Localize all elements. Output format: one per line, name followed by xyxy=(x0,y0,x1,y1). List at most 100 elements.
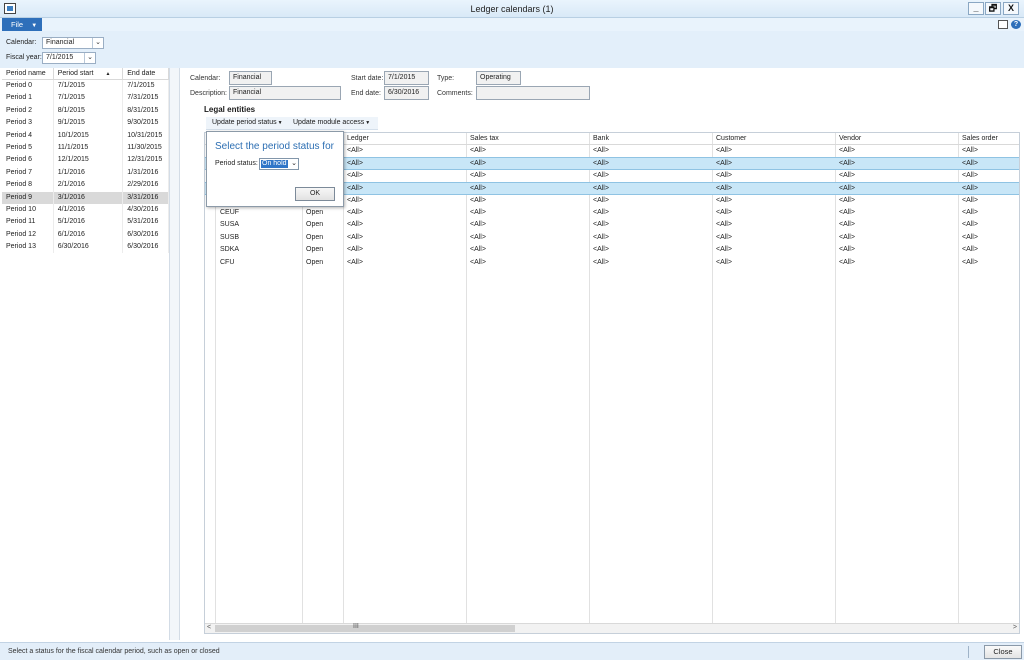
period-name-cell: Period 11 xyxy=(2,216,54,229)
fiscal-year-select[interactable]: 7/1/2015 ⌄ xyxy=(42,52,96,64)
module-access-cell: <All> xyxy=(470,221,486,229)
period-row[interactable]: Period 4 10/1/2015 10/31/2015 xyxy=(2,129,169,142)
module-access-cell: <All> xyxy=(962,196,978,204)
period-name-cell: Period 2 xyxy=(2,104,54,118)
period-start-cell: 6/1/2016 xyxy=(54,228,124,242)
column-header-sales-order[interactable]: Sales order xyxy=(959,133,998,145)
detail-type-label: Type: xyxy=(437,75,455,82)
module-access-cell: <All> xyxy=(839,221,855,229)
period-row[interactable]: Period 13 6/30/2016 6/30/2016 xyxy=(2,241,169,254)
end-date-cell: 8/31/2015 xyxy=(123,104,169,118)
module-access-cell: <All> xyxy=(470,147,486,154)
update-module-access-button[interactable]: Update module access▼ xyxy=(293,119,370,126)
chevron-down-icon[interactable]: ⌄ xyxy=(92,38,103,48)
legal-entity-row[interactable]: CEUF Open <All> <All> <All> <All> <All> <All> xyxy=(205,207,1019,219)
detail-calendar-field[interactable]: Financial xyxy=(229,71,272,85)
period-row[interactable]: Period 6 12/1/2015 12/31/2015 xyxy=(2,154,169,167)
column-header-ledger[interactable]: Ledger xyxy=(344,133,369,145)
horizontal-scrollbar[interactable]: < III > xyxy=(205,623,1019,633)
period-row[interactable]: Period 9 3/1/2016 3/31/2016 xyxy=(2,191,169,204)
module-access-cell: <All> xyxy=(347,196,363,204)
detail-description-field[interactable]: Financial xyxy=(229,86,341,100)
scroll-left-icon[interactable]: < xyxy=(207,624,211,631)
module-access-cell: <All> xyxy=(716,171,732,179)
period-status-popup: Select the period status for Period stat… xyxy=(206,131,344,207)
legal-entity-row[interactable]: SUSA Open <All> <All> <All> <All> <All> <All> xyxy=(205,219,1019,231)
legal-entity-cell: SDKA xyxy=(220,246,240,254)
module-access-cell: <All> xyxy=(593,147,609,154)
column-header-period-name[interactable]: Period name xyxy=(2,68,54,79)
period-name-cell: Period 4 xyxy=(2,129,54,142)
period-name-cell: Period 9 xyxy=(2,191,54,204)
end-date-cell: 11/30/2015 xyxy=(123,141,169,155)
chevron-down-icon[interactable]: ⌄ xyxy=(84,53,95,63)
legal-entity-row[interactable]: CFU Open <All> <All> <All> <All> <All> <All> xyxy=(205,257,1019,269)
column-header-sales-tax[interactable]: Sales tax xyxy=(467,133,499,145)
period-name-cell: Period 12 xyxy=(2,228,54,242)
module-access-cell: <All> xyxy=(839,246,855,254)
column-header-end-date[interactable]: End date xyxy=(123,68,169,79)
period-start-cell: 1/1/2016 xyxy=(54,166,124,180)
period-start-cell: 3/1/2016 xyxy=(54,191,124,204)
period-name-cell: Period 13 xyxy=(2,241,54,254)
legal-entity-row[interactable]: SDKA Open <All> <All> <All> <All> <All> <All> xyxy=(205,244,1019,256)
module-access-cell: <All> xyxy=(470,246,486,254)
legal-entities-title: Legal entities xyxy=(204,105,256,114)
period-row[interactable]: Period 10 4/1/2016 4/30/2016 xyxy=(2,203,169,217)
legal-entity-row[interactable]: SUSB Open <All> <All> <All> <All> <All> <All> xyxy=(205,232,1019,244)
module-access-cell: <All> xyxy=(470,258,486,266)
detail-end-date-field[interactable]: 6/30/2016 xyxy=(384,86,429,100)
module-access-cell: <All> xyxy=(347,209,363,216)
module-access-cell: <All> xyxy=(593,209,609,216)
update-module-access-label: Update module access xyxy=(293,119,365,126)
layout-icon[interactable] xyxy=(998,20,1008,29)
help-icon[interactable]: ? xyxy=(1011,20,1021,29)
close-window-button[interactable]: X xyxy=(1003,2,1019,15)
legal-entities-grid: Ledger Sales tax Bank Customer Vendor Sales o… xyxy=(204,132,1020,634)
title-bar: Ledger calendars (1) _ 🗗 X xyxy=(0,0,1024,18)
chevron-down-icon[interactable]: ⌄ xyxy=(291,159,297,169)
period-name-cell: Period 7 xyxy=(2,166,54,180)
period-status-cell: Open xyxy=(306,258,324,266)
column-header-period-start[interactable]: Period start ▲ xyxy=(54,68,124,79)
period-row[interactable]: Period 3 9/1/2015 9/30/2015 xyxy=(2,117,169,130)
period-name-cell: Period 1 xyxy=(2,92,54,105)
module-access-cell: <All> xyxy=(716,185,732,193)
period-row[interactable]: Period 5 11/1/2015 11/30/2015 xyxy=(2,141,169,155)
periods-grid: Period name Period start ▲ End date Peri… xyxy=(2,68,170,640)
detail-start-date-field[interactable]: 7/1/2015 xyxy=(384,71,429,85)
period-start-cell: 5/1/2016 xyxy=(54,216,124,229)
column-header-vendor[interactable]: Vendor xyxy=(836,133,861,145)
detail-comments-field[interactable] xyxy=(476,86,590,100)
module-access-cell: <All> xyxy=(593,221,609,229)
update-period-status-button[interactable]: Update period status▼ xyxy=(212,119,283,126)
column-header-bank[interactable]: Bank xyxy=(590,133,609,145)
module-access-cell: <All> xyxy=(716,221,732,229)
close-button[interactable]: Close xyxy=(984,645,1022,659)
minimize-button[interactable]: _ xyxy=(968,2,984,15)
column-header-customer[interactable]: Customer xyxy=(713,133,746,145)
periods-splitter[interactable] xyxy=(170,68,180,640)
period-row[interactable]: Period 8 2/1/2016 2/29/2016 xyxy=(2,179,169,192)
ok-button[interactable]: OK xyxy=(295,187,335,201)
popup-title: Select the period status for xyxy=(215,141,334,152)
period-row[interactable]: Period 12 6/1/2016 6/30/2016 xyxy=(2,228,169,242)
period-status-select[interactable]: On hold ⌄ xyxy=(259,158,299,170)
file-menu-button[interactable]: File ▼ xyxy=(2,18,42,31)
period-row[interactable]: Period 0 7/1/2015 7/1/2015 xyxy=(2,80,169,93)
scroll-right-icon[interactable]: > xyxy=(1013,624,1017,631)
period-row[interactable]: Period 2 8/1/2015 8/31/2015 xyxy=(2,104,169,118)
period-row[interactable]: Period 11 5/1/2016 5/31/2016 xyxy=(2,216,169,229)
detail-type-field[interactable]: Operating xyxy=(476,71,521,85)
legal-entity-cell: CFU xyxy=(220,258,235,266)
restore-button[interactable]: 🗗 xyxy=(985,2,1001,15)
period-start-cell: 4/1/2016 xyxy=(54,203,124,217)
period-row[interactable]: Period 7 1/1/2016 1/31/2016 xyxy=(2,166,169,180)
module-access-cell: <All> xyxy=(593,160,609,168)
end-date-cell: 9/30/2015 xyxy=(123,117,169,130)
scrollbar-thumb[interactable] xyxy=(215,625,515,632)
module-access-cell: <All> xyxy=(593,246,609,254)
period-row[interactable]: Period 1 7/1/2015 7/31/2015 xyxy=(2,92,169,105)
detail-description-label: Description: xyxy=(190,90,227,97)
calendar-filter-select[interactable]: Financial ⌄ xyxy=(42,37,104,49)
